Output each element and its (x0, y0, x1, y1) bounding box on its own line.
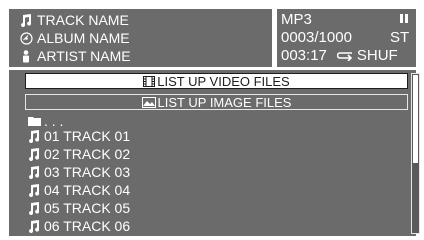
list-image-files-button[interactable]: LIST UP IMAGE FILES (25, 94, 408, 110)
time-row: 003:17 SHUF (281, 46, 416, 64)
track-name-row: TRACK NAME (19, 11, 272, 29)
track-counter: 0003/1000 (281, 28, 352, 46)
format-label: MP3 (281, 10, 312, 28)
track-label: 04 TRACK 04 (44, 182, 131, 198)
album-name-row: ALBUM NAME (19, 29, 272, 47)
music-note-icon (27, 183, 41, 197)
film-icon (143, 75, 156, 87)
list-item[interactable]: 05 TRACK 05 (27, 199, 130, 217)
list-video-files-label: LIST UP VIDEO FILES (157, 73, 290, 89)
track-label: 05 TRACK 05 (44, 200, 131, 216)
play-mode: SHUF (356, 46, 398, 64)
list-item[interactable]: 04 TRACK 04 (27, 181, 130, 199)
file-list-panel: LIST UP VIDEO FILES LIST UP IMAGE FILES … (9, 70, 420, 236)
picture-icon (141, 96, 156, 108)
disc-icon (19, 31, 33, 45)
artist-name-row: ARTIST NAME (19, 47, 272, 65)
person-icon (19, 49, 33, 63)
format-row: MP3 (281, 10, 416, 28)
elapsed-time: 003:17 (281, 46, 327, 64)
list-item[interactable]: 02 TRACK 02 (27, 145, 130, 163)
music-note-icon (27, 147, 41, 161)
music-note-icon (19, 13, 33, 27)
track-label: 01 TRACK 01 (44, 128, 131, 144)
repeat-icon (336, 50, 353, 61)
list-scrollbar[interactable] (411, 73, 420, 234)
folder-icon (27, 116, 41, 126)
track-label: 06 TRACK 06 (44, 218, 131, 234)
list-item[interactable]: 03 TRACK 03 (27, 163, 130, 181)
pause-icon (400, 14, 408, 23)
list-item[interactable]: 01 TRACK 01 (27, 127, 130, 145)
artist-name: ARTIST NAME (37, 48, 131, 64)
music-note-icon (27, 219, 41, 233)
list-video-files-button[interactable]: LIST UP VIDEO FILES (25, 73, 408, 89)
scrollbar-thumb[interactable] (413, 75, 418, 163)
music-note-icon (27, 201, 41, 215)
list-item[interactable]: 06 TRACK 06 (27, 217, 130, 235)
track-label: 02 TRACK 02 (44, 146, 131, 162)
music-note-icon (27, 129, 41, 143)
stereo-indicator: ST (390, 28, 410, 46)
music-note-icon (27, 165, 41, 179)
status-panel: MP3 0003/1000 ST 003:17 SHUF (277, 9, 416, 67)
counter-row: 0003/1000 ST (281, 28, 416, 46)
track-name: TRACK NAME (37, 12, 129, 28)
track-label: 03 TRACK 03 (44, 164, 131, 180)
list-image-files-label: LIST UP IMAGE FILES (157, 94, 292, 110)
album-name: ALBUM NAME (37, 30, 130, 46)
now-playing-panel: TRACK NAME ALBUM NAME ARTIST NAME (9, 9, 272, 67)
